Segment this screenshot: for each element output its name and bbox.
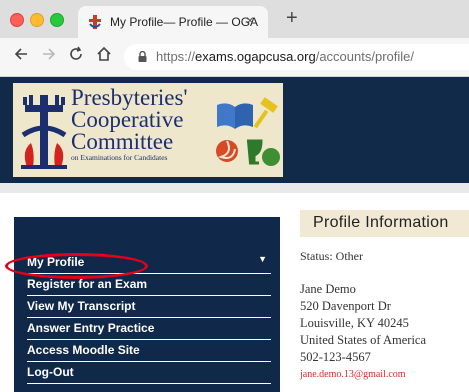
page-title: Profile Information [313, 214, 449, 231]
forward-arrow-icon[interactable] [40, 46, 56, 62]
favicon-icon [89, 15, 101, 29]
profile-city: Louisville, KY 40245 [300, 316, 409, 330]
back-arrow-icon[interactable] [14, 46, 30, 62]
reload-icon[interactable] [68, 46, 84, 62]
browser-tab[interactable]: My Profile— Profile — OGA × [78, 6, 268, 38]
profile-title-box: Profile Information [300, 210, 469, 237]
profile-email[interactable]: jane.demo.13@gmail.com [300, 369, 406, 380]
minimize-window-button[interactable] [30, 13, 44, 27]
status-text: Status: Other [300, 249, 363, 263]
sidebar-item-answer-practice[interactable]: Answer Entry Practice [27, 317, 271, 340]
home-icon[interactable] [96, 46, 112, 62]
zoom-window-button[interactable] [50, 13, 64, 27]
profile-country: United States of America [300, 333, 427, 347]
profile-street: 520 Davenport Dr [300, 299, 391, 313]
sidebar-item-logout[interactable]: Log-Out [27, 361, 271, 384]
tab-close-icon[interactable]: × [246, 12, 254, 28]
caret-down-icon: ▼ [258, 254, 267, 264]
close-window-button[interactable] [10, 13, 24, 27]
address-bar[interactable]: https://exams.ogapcusa.org/accounts/prof… [124, 44, 469, 70]
tab-title: My Profile— Profile — OGA [110, 15, 259, 29]
sidebar-item-moodle[interactable]: Access Moodle Site [27, 339, 271, 362]
highlight-annotation [5, 253, 148, 279]
pcc-logo[interactable]: Presbyteries' Cooperative Committee on E… [13, 83, 283, 177]
sidebar-item-view-transcript[interactable]: View My Transcript [27, 295, 271, 318]
logo-symbols-icon [216, 97, 280, 166]
sidebar-nav: My Profile ▼ Register for an Exam View M… [14, 217, 280, 392]
profile-phone: 502-123-4567 [300, 350, 371, 364]
presbyterian-cross-icon [21, 95, 67, 169]
logo-text: Presbyteries' Cooperative Committee on E… [71, 85, 188, 162]
lock-icon [138, 51, 147, 62]
browser-toolbar: https://exams.ogapcusa.org/accounts/prof… [0, 38, 469, 77]
browser-tab-bar: My Profile— Profile — OGA × + [0, 0, 469, 38]
url-text: https://exams.ogapcusa.org/accounts/prof… [156, 49, 414, 64]
header-divider [0, 183, 469, 193]
site-header: Presbyteries' Cooperative Committee on E… [0, 77, 469, 183]
profile-name: Jane Demo [300, 282, 356, 296]
new-tab-icon[interactable]: + [286, 7, 298, 30]
